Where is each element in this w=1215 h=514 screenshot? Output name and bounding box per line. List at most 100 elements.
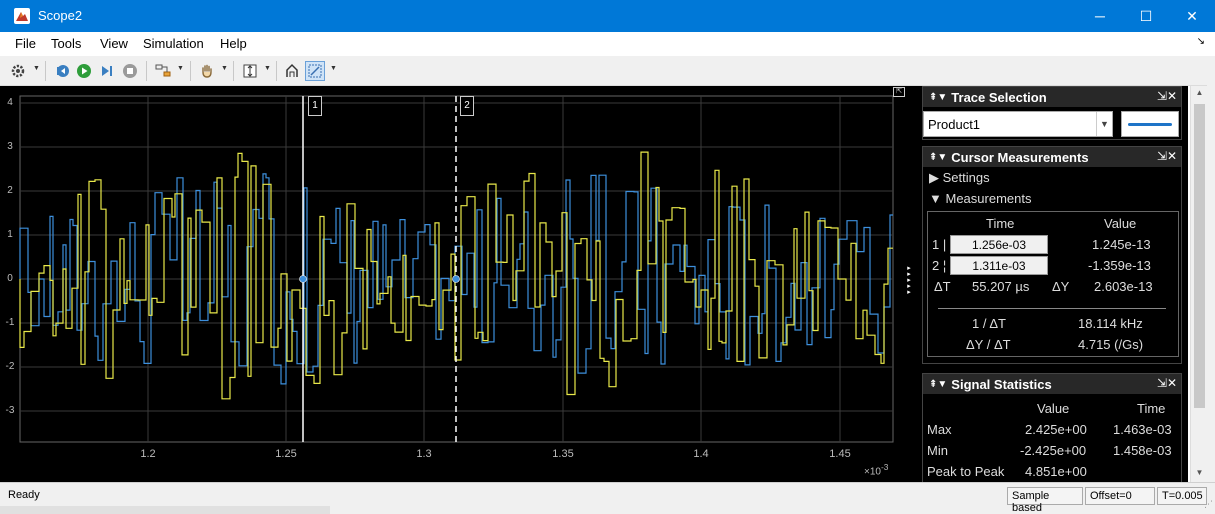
minimize-button[interactable]: ─ [1077,0,1123,32]
signal-statistics-title: Signal Statistics [951,376,1052,392]
measurements-label: Measurements [945,191,1032,206]
scroll-down-icon[interactable]: ▼ [1191,468,1208,477]
signal-statistics-pane: ⇞▼ Signal Statistics ⇲✕ Value Time Max 2… [922,373,1182,482]
step-forward-icon[interactable] [97,61,117,81]
toolbar: ▼ ▼ ▼ ▼ ▼ [0,56,1215,86]
x-tick-label: 1.45 [829,448,851,460]
y-tick-label: 0 [7,273,13,284]
pin-icon[interactable]: ⇞▼ [929,152,947,163]
col-value-header: Value [1104,216,1137,231]
pin-icon[interactable]: ⇞▼ [929,379,947,390]
pane-controls-icon[interactable]: ⇲✕ [1157,149,1177,163]
cursor-1-time-field[interactable]: 1.256e-03 [950,235,1048,254]
dy-dt-value: 4.715 (/Gs) [1078,337,1144,352]
cursor-2-time-field[interactable]: 1.311e-03 [950,256,1048,275]
pan-dropdown-icon[interactable]: ▼ [221,65,228,72]
status-sample-mode: Sample based [1007,487,1083,514]
menu-file[interactable]: File [15,36,36,51]
pane-controls-icon[interactable]: ⇲✕ [1157,376,1177,390]
menu-view[interactable]: View [100,36,128,51]
maximize-button[interactable]: ☐ [1123,0,1169,32]
settings-dropdown-icon[interactable]: ▼ [33,65,40,72]
x-exponent-base: ×10 [864,466,881,478]
y-tick-label: -3 [5,405,15,416]
cursor-2-label[interactable]: 2 [460,96,474,116]
delta-y-label: ΔY [1052,279,1070,294]
stats-max-value: 2.425e+00 [1025,422,1087,437]
scope-plot-svg[interactable] [0,86,920,482]
cursor-2-value: -1.359e-13 [1088,258,1151,273]
window-title: Scope2 [38,8,83,23]
scope-display[interactable]: ⇱ 4 3 2 1 0 -1 -2 -3 1.2 1.25 1.3 1.35 1… [0,86,920,482]
pan-hand-icon[interactable] [197,61,217,81]
toolbar-separator [233,61,234,81]
dy-dt-label: ΔY / ΔT [966,337,1011,352]
menu-tools[interactable]: Tools [51,36,81,51]
zoom-dropdown-icon[interactable]: ▼ [330,65,337,72]
scroll-up-icon[interactable]: ▲ [1191,88,1208,97]
signal-statistics-header: ⇞▼ Signal Statistics ⇲✕ [923,374,1181,394]
highlight-simulink-block-icon[interactable] [153,61,173,81]
stats-p2p-label: Peak to Peak [927,464,1005,479]
cursor-1-line-marker[interactable] [299,275,307,283]
undock-axes-icon[interactable]: ⇱ [893,87,905,97]
stats-min-value: -2.425e+00 [1020,443,1087,458]
delta-y-value: 2.603e-13 [1094,279,1153,294]
matlab-scope-icon [14,8,30,24]
scrollbar-thumb[interactable] [1194,104,1205,408]
pin-icon[interactable]: ⇞▼ [929,92,947,103]
pane-controls-icon[interactable]: ⇲✕ [1157,89,1177,103]
stats-max-label: Max [927,422,952,437]
cursor-1-value: 1.245e-13 [1092,237,1151,252]
cursor-2-line-marker[interactable] [452,275,460,283]
panel-scrollbar[interactable]: ▲ ▼ [1190,86,1207,482]
x-tick-label: 1.25 [275,448,297,460]
run-icon[interactable] [74,61,94,81]
highlight-dropdown-icon[interactable]: ▼ [177,65,184,72]
stop-icon[interactable] [120,61,140,81]
menu-bar: File Tools View Simulation Help ↘ [0,32,1215,56]
collapse-panel-icon[interactable]: ▸ ▸ ▸ ▸ ▸ [904,265,914,300]
menu-simulation[interactable]: Simulation [143,36,204,51]
cursor-measurements-pane: ⇞▼ Cursor Measurements ⇲✕ ▶ Settings ▼ M… [922,146,1182,364]
scale-axes-icon[interactable] [240,61,260,81]
x-axis-exponent: ×10-3 [864,462,888,477]
stats-min-label: Min [927,443,948,458]
measurements-box: Time Value 1 | 1.256e-03 1.245e-13 2 ¦ 1… [927,211,1179,357]
measurement-divider [938,308,1166,309]
x-tick-label: 1.4 [693,448,709,460]
status-time: T=0.005 [1157,487,1207,505]
toolbar-separator [45,61,46,81]
trace-selection-header: ⇞▼ Trace Selection ⇲✕ [923,87,1181,107]
cursor-1-label[interactable]: 1 [308,96,322,116]
menu-help[interactable]: Help [220,36,247,51]
close-button[interactable]: ✕ [1169,0,1215,32]
y-tick-label: 3 [7,141,13,152]
resize-grip-icon[interactable]: ⋰ [1204,499,1213,510]
trace-select-dropdown[interactable]: Product1 ▼ [923,111,1113,137]
stats-col-time: Time [1137,401,1166,416]
title-bar: Scope2 ─ ☐ ✕ [0,0,1215,32]
scale-dropdown-icon[interactable]: ▼ [264,65,271,72]
settings-expander[interactable]: ▶ Settings [929,170,990,186]
zoom-icon[interactable] [305,61,325,81]
col-time-header: Time [986,216,1015,231]
status-text: Ready [8,489,40,501]
chevron-down-icon[interactable]: ▼ [1096,112,1112,136]
trace-color-swatch[interactable] [1121,111,1179,137]
y-tick-label: 4 [7,97,13,108]
bottom-strip [0,506,330,514]
cursor-measurements-header: ⇞▼ Cursor Measurements ⇲✕ [923,147,1181,167]
measurement-panels: ⇞▼ Trace Selection ⇲✕ Product1 ▼ ⇞▼ Curs… [920,86,1188,482]
measurements-expander[interactable]: ▼ Measurements [929,191,1031,206]
settings-gear-icon[interactable] [8,61,28,81]
stats-col-value: Value [1037,401,1070,416]
cursor-measurements-icon[interactable] [282,61,302,81]
x-exponent-power: -3 [880,462,889,472]
dock-arrow-icon[interactable]: ↘ [1197,36,1205,47]
step-back-icon[interactable] [52,61,72,81]
toolbar-separator [276,61,277,81]
cursor-1-row-label: 1 | [932,237,947,252]
delta-t-value: 55.207 µs [972,279,1030,294]
cursor-measurements-title: Cursor Measurements [951,149,1089,165]
